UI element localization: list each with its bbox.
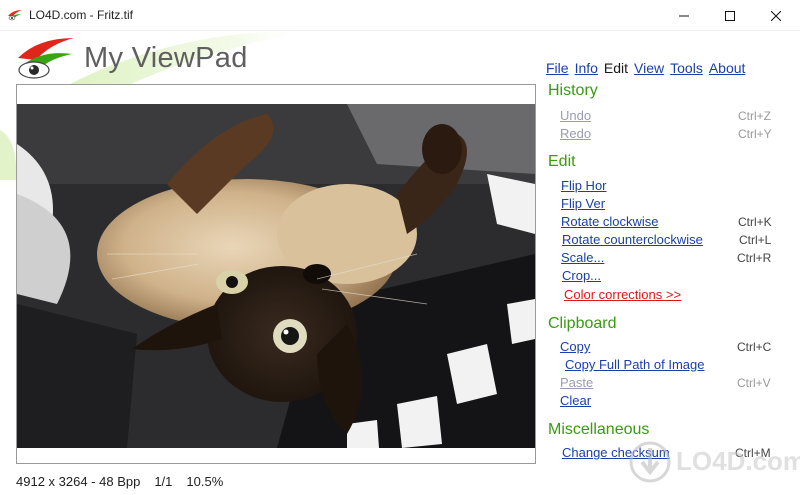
clear-link[interactable]: Clear xyxy=(560,393,591,408)
menu-view[interactable]: View xyxy=(634,60,664,76)
menu-file[interactable]: File xyxy=(546,60,569,76)
status-bar: 4912 x 3264 - 48 Bpp 1/1 10.5% xyxy=(16,474,237,489)
redo-link[interactable]: Redo xyxy=(560,126,591,141)
cat-photo xyxy=(17,104,535,448)
logo-eye-icon xyxy=(18,38,74,79)
minimize-button[interactable] xyxy=(661,0,707,31)
image-viewer[interactable] xyxy=(16,84,536,464)
paste-link[interactable]: Paste xyxy=(560,375,593,390)
copy-full-path-link[interactable]: Copy Full Path of Image xyxy=(565,357,704,372)
paste-shortcut: Ctrl+V xyxy=(737,376,771,390)
title-bar: LO4D.com - Fritz.tif xyxy=(0,0,800,31)
scale-shortcut: Ctrl+R xyxy=(737,251,772,265)
close-icon xyxy=(771,10,781,21)
maximize-button[interactable] xyxy=(707,0,753,31)
flip-ver-link[interactable]: Flip Ver xyxy=(561,196,605,211)
main-menu: File Info Edit View Tools About xyxy=(546,60,751,76)
menu-edit[interactable]: Edit xyxy=(604,60,628,76)
section-edit-title: Edit xyxy=(548,153,576,170)
maximize-icon xyxy=(725,10,735,21)
app-icon xyxy=(8,10,22,21)
copy-link[interactable]: Copy xyxy=(560,339,590,354)
section-miscellaneous-title: Miscellaneous xyxy=(548,421,650,438)
undo-shortcut: Ctrl+Z xyxy=(738,109,771,123)
watermark-text: LO4D.com xyxy=(676,446,800,476)
scale-link[interactable]: Scale... xyxy=(561,250,604,265)
app-name: My ViewPad xyxy=(84,42,248,74)
close-button[interactable] xyxy=(753,0,799,31)
color-corrections-link[interactable]: Color corrections >> xyxy=(564,287,681,302)
rotate-clockwise-link[interactable]: Rotate clockwise xyxy=(561,214,659,229)
watermark-logo-icon xyxy=(629,441,671,483)
section-clipboard-title: Clipboard xyxy=(548,315,617,332)
flip-hor-link[interactable]: Flip Hor xyxy=(561,178,607,193)
crop-link[interactable]: Crop... xyxy=(562,268,601,283)
rotate-counterclockwise-link[interactable]: Rotate counterclockwise xyxy=(562,232,703,247)
section-history-title: History xyxy=(548,82,598,99)
rotate-counterclockwise-shortcut: Ctrl+L xyxy=(739,233,772,247)
lo4d-watermark: LO4D.com xyxy=(628,440,800,486)
copy-shortcut: Ctrl+C xyxy=(737,340,772,354)
undo-link[interactable]: Undo xyxy=(560,108,591,123)
status-page: 1/1 xyxy=(154,474,173,489)
status-dimensions: 4912 x 3264 - 48 Bpp xyxy=(16,474,141,489)
menu-about[interactable]: About xyxy=(709,60,746,76)
status-zoom: 10.5% xyxy=(186,474,224,489)
redo-shortcut: Ctrl+Y xyxy=(738,127,772,141)
rotate-clockwise-shortcut: Ctrl+K xyxy=(738,215,772,229)
minimize-icon xyxy=(679,15,689,16)
menu-tools[interactable]: Tools xyxy=(670,60,703,76)
menu-info[interactable]: Info xyxy=(575,60,598,76)
window-title: LO4D.com - Fritz.tif xyxy=(29,8,134,22)
